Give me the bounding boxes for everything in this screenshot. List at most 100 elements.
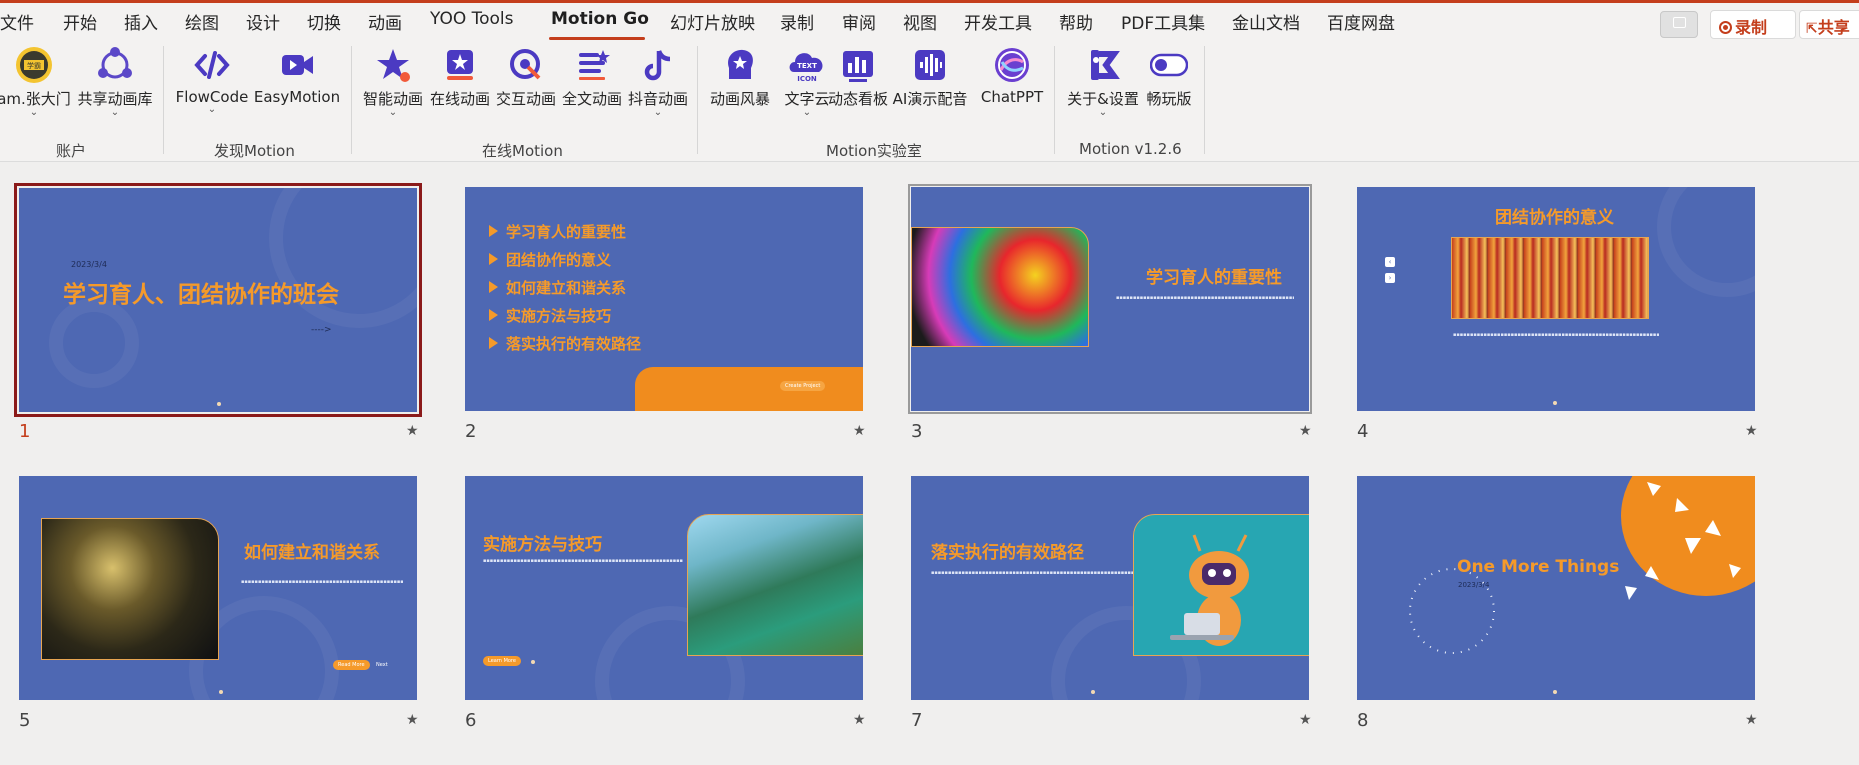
slide-sorter: 2023/3/4 学习育人、团结协作的班会 ----> 1 ★ 学习育人的重要性… <box>0 163 1859 765</box>
animation-storm-label: 动画风暴 <box>709 90 770 108</box>
smart-animation-label: 智能动画 <box>362 90 423 108</box>
tab-insert[interactable]: 插入 <box>124 9 158 34</box>
decor-dot <box>219 690 223 694</box>
slide-thumbnail-4[interactable]: 团结协作的意义 ‹ › ▪▪▪▪▪▪▪▪▪▪▪▪▪▪▪▪▪▪▪▪▪▪▪▪▪▪▪▪… <box>1357 187 1755 411</box>
shared-library-label: 共享动画库 <box>77 90 153 108</box>
slide-title: 落实执行的有效路径 <box>931 543 1084 563</box>
learn-more-button: Learn More <box>483 656 521 666</box>
ribbon: 学霸 am.张大门 ⌄ 共享动画库 ⌄ 账户 FlowCode ⌄ EasyMo… <box>0 40 1859 162</box>
online-animation-button[interactable]: 在线动画 <box>427 46 493 109</box>
group-divider <box>1204 46 1205 154</box>
slide-number: 6 <box>465 710 477 731</box>
slide-title: 实施方法与技巧 <box>483 535 602 555</box>
ai-voiceover-button[interactable]: AI演示配音 <box>891 46 969 109</box>
tab-baidu-netdisk[interactable]: 百度网盘 <box>1327 9 1395 34</box>
online-animation-label: 在线动画 <box>429 90 490 108</box>
text-cloud-icon: TEXT ICON <box>788 46 826 84</box>
body-text-block: ▪▪▪▪▪▪▪▪▪▪▪▪▪▪▪▪▪▪▪▪▪▪▪▪▪▪▪▪▪▪▪▪▪▪▪▪▪▪▪▪… <box>1116 295 1294 301</box>
tab-help[interactable]: 帮助 <box>1059 9 1093 34</box>
slide-thumbnail-1[interactable]: 2023/3/4 学习育人、团结协作的班会 ----> <box>14 183 422 417</box>
toc-item: 落实执行的有效路径 <box>489 333 641 354</box>
slide-number: 5 <box>19 710 31 731</box>
forest-image <box>687 514 863 656</box>
interactive-animation-button[interactable]: 交互动画 <box>493 46 559 109</box>
comments-button[interactable] <box>1660 11 1698 38</box>
slide-thumbnail-2[interactable]: 学习育人的重要性 团结协作的意义 如何建立和谐关系 实施方法与技巧 落实执行的有… <box>465 187 863 411</box>
text-lines-icon <box>573 46 611 84</box>
toc-item: 实施方法与技巧 <box>489 305 611 326</box>
group-label-version: Motion v1.2.6 <box>1079 140 1182 158</box>
animation-storm-button[interactable]: 动画风暴 <box>704 46 776 109</box>
tab-file[interactable]: 文件 <box>0 9 34 34</box>
animation-star-icon: ★ <box>406 423 419 439</box>
code-icon <box>193 46 231 84</box>
group-divider <box>351 46 352 154</box>
tab-draw[interactable]: 绘图 <box>185 9 219 34</box>
slide-title: One More Things <box>1457 557 1620 577</box>
toc-item: 团结协作的意义 <box>489 249 611 270</box>
group-divider <box>697 46 698 154</box>
chatppt-logo-icon <box>993 46 1031 84</box>
tab-motion-go[interactable]: Motion Go <box>551 9 649 29</box>
easymotion-button[interactable]: EasyMotion <box>252 46 342 106</box>
slide-thumbnail-5[interactable]: 如何建立和谐关系 ▪▪▪▪▪▪▪▪▪▪▪▪▪▪▪▪▪▪▪▪▪▪▪▪▪▪▪▪▪▪▪… <box>19 476 417 700</box>
share-button[interactable]: ⇱共享 <box>1799 10 1859 39</box>
tab-kingsoft-docs[interactable]: 金山文档 <box>1232 9 1300 34</box>
slide-thumbnail-8[interactable]: One More Things 2023/3/4 <box>1357 476 1755 700</box>
share-label: 共享 <box>1817 18 1850 37</box>
menu-bar: 文件 开始 插入 绘图 设计 切换 动画 YOO Tools Motion Go… <box>0 0 1859 40</box>
toggle-switch-icon <box>1149 46 1189 84</box>
text-cloud-badge: TEXT <box>797 62 817 70</box>
tab-slideshow[interactable]: 幻灯片放映 <box>670 9 755 34</box>
about-settings-label: 关于&设置 <box>1067 90 1139 108</box>
body-text-block: ▪▪▪▪▪▪▪▪▪▪▪▪▪▪▪▪▪▪▪▪▪▪▪▪▪▪▪▪▪▪▪▪▪▪▪▪▪▪▪▪… <box>1453 332 1659 338</box>
slide-thumbnail-3[interactable]: 学习育人的重要性 ▪▪▪▪▪▪▪▪▪▪▪▪▪▪▪▪▪▪▪▪▪▪▪▪▪▪▪▪▪▪▪… <box>908 184 1312 414</box>
slide-thumbnail-7[interactable]: 落实执行的有效路径 ▪▪▪▪▪▪▪▪▪▪▪▪▪▪▪▪▪▪▪▪▪▪▪▪▪▪▪▪▪▪… <box>911 476 1309 700</box>
douyin-animation-button[interactable]: 抖音动画 ⌄ <box>625 46 691 118</box>
create-project-button: Create Project <box>780 381 826 391</box>
online-star-icon <box>441 46 479 84</box>
shared-library-button[interactable]: 共享动画库 ⌄ <box>75 46 155 118</box>
video-camera-icon <box>278 46 316 84</box>
slide-number: 8 <box>1357 710 1369 731</box>
animation-star-icon: ★ <box>853 423 866 439</box>
record-button[interactable]: 录制 <box>1710 10 1796 39</box>
tab-design[interactable]: 设计 <box>246 9 280 34</box>
record-icon <box>1719 21 1732 34</box>
avatar: 学霸 <box>15 46 53 84</box>
body-text-block: ▪▪▪▪▪▪▪▪▪▪▪▪▪▪▪▪▪▪▪▪▪▪▪▪▪▪▪▪▪▪▪▪▪▪▪▪▪▪▪▪… <box>931 570 1133 576</box>
play-edition-toggle[interactable]: 畅玩版 <box>1141 46 1197 109</box>
tab-animations[interactable]: 动画 <box>368 9 402 34</box>
dynamic-dashboard-button[interactable]: 动态看板 <box>822 46 894 109</box>
tab-pdf-tools[interactable]: PDF工具集 <box>1121 9 1205 34</box>
decor-dot <box>1553 401 1557 405</box>
decor-circle <box>1657 187 1755 297</box>
slide-thumbnail-6[interactable]: 实施方法与技巧 ▪▪▪▪▪▪▪▪▪▪▪▪▪▪▪▪▪▪▪▪▪▪▪▪▪▪▪▪▪▪▪▪… <box>465 476 863 700</box>
triangle-bullet-icon <box>489 281 498 293</box>
tab-home[interactable]: 开始 <box>63 9 97 34</box>
account-button[interactable]: 学霸 am.张大门 ⌄ <box>0 46 73 118</box>
triangle-bullet-icon <box>489 337 498 349</box>
chatppt-button[interactable]: ChatPPT <box>974 46 1050 106</box>
group-divider <box>1054 46 1055 154</box>
audio-wave-icon <box>911 46 949 84</box>
smart-animation-button[interactable]: 智能动画 ⌄ <box>360 46 426 118</box>
chatppt-label: ChatPPT <box>980 88 1044 106</box>
share-icon: ⇱ <box>1806 21 1818 37</box>
tab-record[interactable]: 录制 <box>780 9 814 34</box>
tab-developer[interactable]: 开发工具 <box>964 9 1032 34</box>
tab-review[interactable]: 审阅 <box>842 9 876 34</box>
group-divider <box>163 46 164 154</box>
tab-yoo-tools[interactable]: YOO Tools <box>430 9 514 29</box>
next-link: Next <box>376 662 388 668</box>
tab-transitions[interactable]: 切换 <box>307 9 341 34</box>
about-settings-button[interactable]: 关于&设置 ⌄ <box>1063 46 1143 118</box>
tab-view[interactable]: 视图 <box>903 9 937 34</box>
group-label-discover: 发现Motion <box>214 142 295 160</box>
comment-icon <box>1673 17 1686 28</box>
fulltext-animation-button[interactable]: 全文动画 <box>559 46 625 109</box>
interactive-animation-label: 交互动画 <box>495 90 556 108</box>
svg-text:学霸: 学霸 <box>27 61 41 70</box>
flowcode-button[interactable]: FlowCode ⌄ <box>173 46 251 115</box>
douyin-animation-label: 抖音动画 <box>627 90 688 108</box>
